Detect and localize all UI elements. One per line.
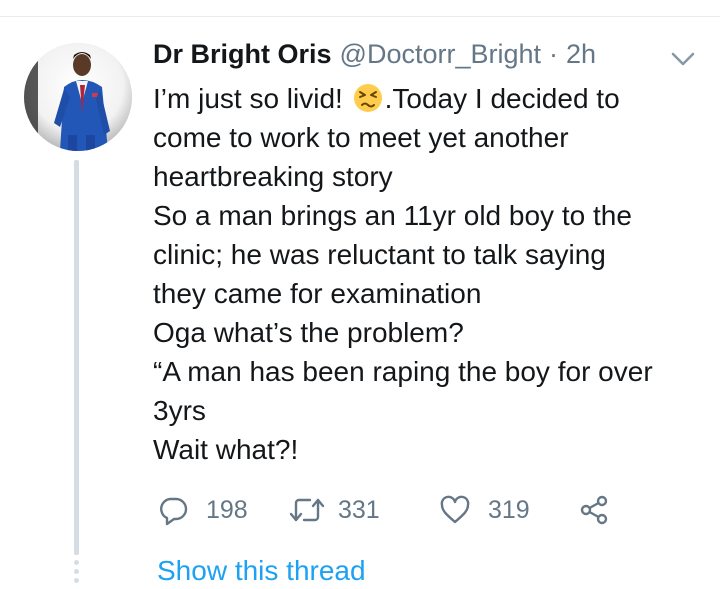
tweet-line: heartbreaking story <box>153 161 393 192</box>
tweet-header: Dr Bright Oris @Doctorr_Bright · 2h <box>153 36 596 72</box>
like-button[interactable]: 319 <box>439 493 530 527</box>
persevering-face-icon <box>353 84 382 112</box>
like-count: 319 <box>488 495 530 524</box>
tweet-line: Wait what?! <box>153 434 299 465</box>
share-button[interactable] <box>578 493 610 527</box>
share-icon <box>580 495 608 525</box>
tweet-line: So a man brings an 11yr old boy to the <box>153 200 632 231</box>
top-divider <box>0 16 720 17</box>
author-name[interactable]: Dr Bright Oris <box>153 36 332 72</box>
thread-continuation-dots <box>74 560 79 587</box>
author-handle[interactable]: @Doctorr_Bright <box>340 36 541 72</box>
chevron-down-icon[interactable] <box>669 50 697 68</box>
tweet-line: they came for examination <box>153 278 482 309</box>
separator: · <box>549 39 559 69</box>
avatar-photo <box>24 43 132 151</box>
tweet-line: I’m just so livid! .Today I decided to <box>153 79 713 118</box>
avatar[interactable] <box>24 43 132 151</box>
tweet-text: I’m just so livid! .Today I decided to c… <box>153 79 713 469</box>
tweet-line-text: .Today I decided to <box>384 83 620 114</box>
tweet-line: come to work to meet yet another <box>153 122 569 153</box>
thread-line <box>74 160 79 555</box>
tweet-line: 3yrs <box>153 395 206 426</box>
tweet-line: Oga what’s the problem? <box>153 317 464 348</box>
tweet-line-text: I’m just so livid! <box>153 83 351 114</box>
reply-icon <box>160 497 188 526</box>
retweet-icon <box>289 498 325 522</box>
tweet-line: “A man has been raping the boy for over <box>153 356 653 387</box>
timestamp[interactable]: 2h <box>566 36 596 72</box>
retweet-button[interactable]: 331 <box>288 493 380 527</box>
reply-count: 198 <box>206 495 248 524</box>
reply-button[interactable]: 198 <box>157 493 248 527</box>
heart-icon <box>440 495 470 524</box>
tweet-line: clinic; he was reluctant to talk saying <box>153 239 606 270</box>
retweet-count: 331 <box>338 495 380 524</box>
